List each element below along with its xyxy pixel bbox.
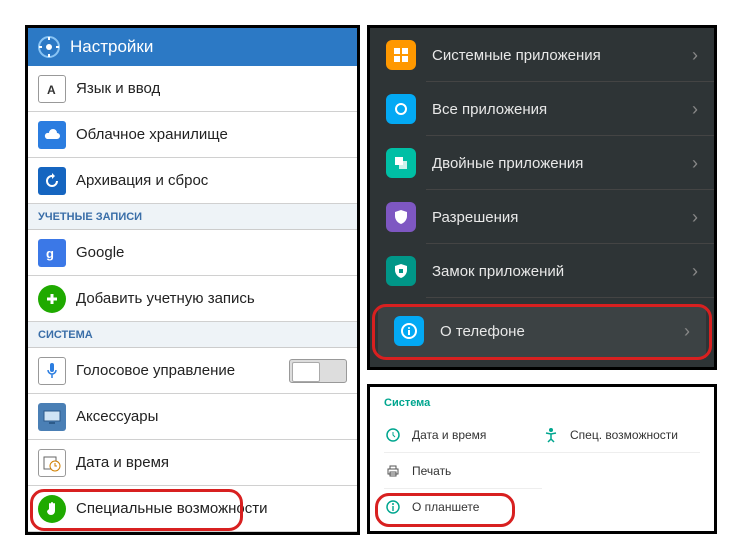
gear-icon bbox=[36, 34, 62, 60]
row-label: Двойные приложения bbox=[432, 155, 583, 172]
row-label: Добавить учетную запись bbox=[76, 290, 255, 307]
row-label: Язык и ввод bbox=[76, 80, 160, 97]
row-app-lock[interactable]: Замок приложений › bbox=[370, 244, 714, 298]
refresh-icon bbox=[38, 167, 66, 195]
lock-shield-icon bbox=[386, 256, 416, 286]
row-label: Замок приложений bbox=[432, 263, 564, 280]
row-all-apps[interactable]: Все приложения › bbox=[370, 82, 714, 136]
chevron-right-icon: › bbox=[692, 45, 698, 66]
settings-panel-samsung: Настройки A Язык и ввод Облачное хранили… bbox=[25, 25, 360, 535]
settings-panel-dark: Системные приложения › Все приложения › … bbox=[367, 25, 717, 370]
chevron-right-icon: › bbox=[692, 99, 698, 120]
letter-a-icon: A bbox=[38, 75, 66, 103]
accessibility-icon bbox=[542, 426, 560, 444]
plus-icon bbox=[38, 285, 66, 313]
row-accessibility[interactable]: Специальные возможности bbox=[28, 486, 357, 532]
row-about-tablet[interactable]: О планшете bbox=[384, 489, 542, 525]
row-voice-control[interactable]: Голосовое управление bbox=[28, 348, 357, 394]
row-google[interactable]: g Google bbox=[28, 230, 357, 276]
row-print[interactable]: Печать bbox=[384, 453, 542, 489]
row-label: Разрешения bbox=[432, 209, 518, 226]
row-dual-apps[interactable]: Двойные приложения › bbox=[370, 136, 714, 190]
row-add-account[interactable]: Добавить учетную запись bbox=[28, 276, 357, 322]
row-label: Google bbox=[76, 244, 124, 261]
chevron-right-icon: › bbox=[684, 321, 690, 342]
row-label: Облачное хранилище bbox=[76, 126, 228, 143]
row-date-time[interactable]: Дата и время bbox=[28, 440, 357, 486]
section-accounts: УЧЕТНЫЕ ЗАПИСИ bbox=[28, 204, 357, 230]
row-date-time[interactable]: Дата и время bbox=[384, 417, 542, 453]
monitor-icon bbox=[38, 403, 66, 431]
row-label: Все приложения bbox=[432, 101, 547, 118]
row-label: Аксессуары bbox=[76, 408, 158, 425]
svg-text:A: A bbox=[47, 83, 56, 96]
row-label: Дата и время bbox=[412, 428, 486, 442]
row-label: Архивация и сброс bbox=[76, 172, 208, 189]
clock-icon bbox=[384, 426, 402, 444]
row-label: Системные приложения bbox=[432, 47, 601, 64]
chevron-right-icon: › bbox=[692, 207, 698, 228]
printer-icon bbox=[384, 462, 402, 480]
chevron-right-icon: › bbox=[692, 261, 698, 282]
row-cloud-storage[interactable]: Облачное хранилище bbox=[28, 112, 357, 158]
section-system: СИСТЕМА bbox=[28, 322, 357, 348]
squares-icon bbox=[386, 148, 416, 178]
google-icon: g bbox=[38, 239, 66, 267]
row-label: О телефоне bbox=[440, 323, 525, 340]
row-about-phone[interactable]: О телефоне › bbox=[378, 304, 706, 358]
hand-icon bbox=[38, 495, 66, 523]
row-label: Специальные возможности bbox=[76, 500, 268, 517]
info-icon bbox=[394, 316, 424, 346]
circle-icon bbox=[386, 94, 416, 124]
settings-title: Настройки bbox=[70, 37, 153, 57]
row-label: Дата и время bbox=[76, 454, 169, 471]
row-permissions[interactable]: Разрешения › bbox=[370, 190, 714, 244]
voice-toggle[interactable] bbox=[289, 359, 347, 383]
row-language-input[interactable]: A Язык и ввод bbox=[28, 66, 357, 112]
row-label: Печать bbox=[412, 464, 451, 478]
mic-icon bbox=[38, 357, 66, 385]
row-about-device[interactable]: Об устройстве bbox=[28, 532, 357, 535]
svg-text:g: g bbox=[46, 246, 54, 261]
grid-icon bbox=[386, 40, 416, 70]
row-backup-reset[interactable]: Архивация и сброс bbox=[28, 158, 357, 204]
row-label: Голосовое управление bbox=[76, 362, 235, 379]
chevron-right-icon: › bbox=[692, 153, 698, 174]
row-label: О планшете bbox=[412, 500, 479, 514]
row-accessibility[interactable]: Спец. возможности bbox=[542, 417, 700, 453]
cloud-icon bbox=[38, 121, 66, 149]
settings-panel-tablet: Система Дата и время Спец. возможности П… bbox=[367, 384, 717, 534]
calendar-clock-icon bbox=[38, 449, 66, 477]
section-system: Система bbox=[384, 397, 700, 409]
row-label: Спец. возможности bbox=[570, 428, 678, 442]
settings-header: Настройки bbox=[28, 28, 357, 66]
row-accessories[interactable]: Аксессуары bbox=[28, 394, 357, 440]
row-system-apps[interactable]: Системные приложения › bbox=[370, 28, 714, 82]
info-icon bbox=[384, 498, 402, 516]
shield-icon bbox=[386, 202, 416, 232]
